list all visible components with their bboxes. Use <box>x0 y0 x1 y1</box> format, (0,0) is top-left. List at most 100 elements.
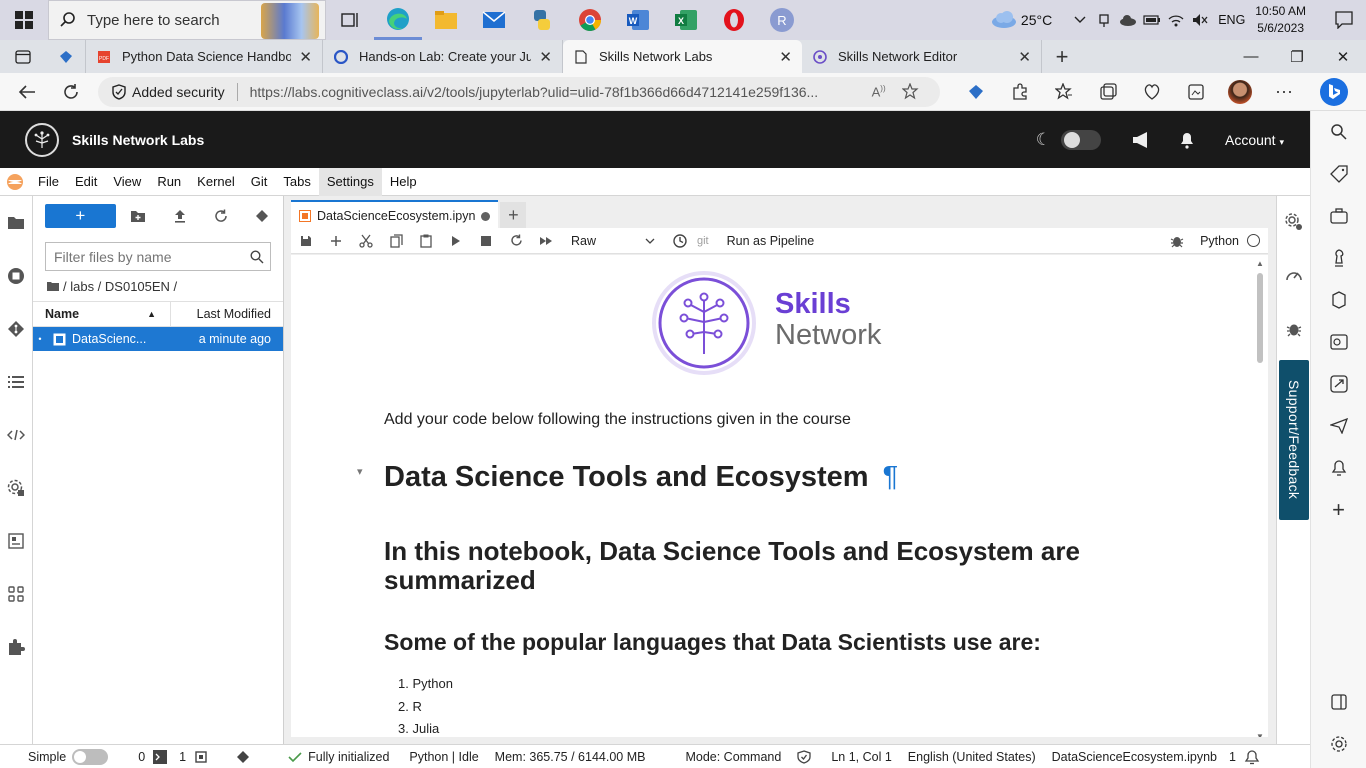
upload-icon[interactable] <box>159 209 200 223</box>
metadata-icon[interactable] <box>0 514 32 567</box>
git-status-icon[interactable] <box>230 750 256 764</box>
table-of-contents-icon[interactable] <box>0 355 32 408</box>
filter-files-box[interactable] <box>45 242 271 271</box>
chess-icon[interactable] <box>1311 237 1366 279</box>
wifi-icon[interactable] <box>1164 13 1188 27</box>
back-icon[interactable] <box>8 84 46 100</box>
restart-icon[interactable] <box>501 234 531 247</box>
git-label[interactable]: git <box>697 235 709 247</box>
paste-icon[interactable] <box>411 234 441 248</box>
extensions-icon[interactable] <box>998 82 1042 101</box>
security-label[interactable]: Added security <box>132 84 225 100</box>
spellcheck-language[interactable]: English (United States) <box>902 750 1042 764</box>
add-cell-icon[interactable] <box>321 235 351 247</box>
brand-title[interactable]: Skills Network Labs <box>72 132 204 148</box>
new-tab-plus-button[interactable]: + <box>500 202 527 228</box>
account-menu[interactable]: Account ▾ <box>1225 132 1284 148</box>
extension-manager-icon[interactable] <box>0 567 32 620</box>
clock[interactable]: 10:50 AM 5/6/2023 <box>1255 3 1306 37</box>
drop-icon[interactable] <box>1311 363 1366 405</box>
breadcrumb-path[interactable]: / labs / DS0105EN / <box>63 279 177 294</box>
diamond-extension-icon[interactable] <box>954 84 998 100</box>
close-tab-icon[interactable]: ✕ <box>299 48 312 66</box>
favorite-add-icon[interactable] <box>901 82 920 101</box>
battery-icon[interactable] <box>1140 15 1164 25</box>
menu-view[interactable]: View <box>105 168 149 196</box>
stop-icon[interactable] <box>471 235 501 246</box>
screenshot-icon[interactable] <box>1174 83 1218 101</box>
notification-bell-icon[interactable] <box>1179 131 1195 149</box>
property-inspector-icon[interactable] <box>0 461 32 514</box>
kernels-count[interactable]: 1 <box>173 750 214 764</box>
menu-kernel[interactable]: Kernel <box>189 168 243 196</box>
opera-icon[interactable] <box>710 0 758 40</box>
file-explorer-icon[interactable] <box>422 0 470 40</box>
support-feedback-tab[interactable]: Support/Feedback <box>1279 360 1309 520</box>
restore-icon[interactable]: ❐ <box>1274 40 1320 73</box>
close-tab-icon[interactable]: ✕ <box>1018 48 1031 66</box>
unsaved-dot-icon[interactable] <box>481 211 491 221</box>
save-icon[interactable] <box>291 235 321 247</box>
browser-tab-editor[interactable]: Skills Network Editor ✕ <box>802 40 1042 73</box>
pinned-tab[interactable] <box>46 40 86 73</box>
refresh-files-icon[interactable] <box>200 209 241 223</box>
git-clone-icon[interactable] <box>242 209 283 223</box>
folder-icon[interactable] <box>47 281 59 291</box>
profile-icon[interactable]: R <box>758 0 806 40</box>
menu-git[interactable]: Git <box>243 168 276 196</box>
collections-icon[interactable] <box>1086 82 1130 101</box>
menu-run[interactable]: Run <box>149 168 189 196</box>
tab-actions-icon[interactable] <box>0 40 46 73</box>
copy-icon[interactable] <box>381 233 411 248</box>
trusted-shield-icon[interactable] <box>791 749 817 764</box>
browser-tab-handbook[interactable]: PDF Python Data Science Handbook.p ✕ <box>86 40 323 73</box>
task-view-icon[interactable] <box>326 0 374 40</box>
chevron-up-icon[interactable] <box>1068 16 1092 24</box>
new-tab-button[interactable]: + <box>1042 40 1082 73</box>
tag-icon[interactable] <box>1311 153 1366 195</box>
notification-icon[interactable] <box>1322 11 1366 29</box>
read-aloud-icon[interactable]: A)) <box>872 84 886 99</box>
scroll-up-arrow-icon[interactable]: ▲ <box>1256 259 1264 268</box>
favorites-icon[interactable] <box>1042 82 1086 101</box>
folder-icon[interactable] <box>0 196 32 249</box>
office-icon[interactable] <box>1311 279 1366 321</box>
terminals-count[interactable]: 0 <box>132 749 173 764</box>
close-tab-icon[interactable]: ✕ <box>779 48 792 66</box>
run-as-pipeline-button[interactable]: Run as Pipeline <box>727 234 815 248</box>
settings-gear-icon[interactable] <box>1311 723 1366 765</box>
user-avatar[interactable] <box>1218 79 1262 104</box>
add-sidebar-icon[interactable]: + <box>1311 489 1366 531</box>
clock-icon[interactable] <box>665 233 695 248</box>
chrome-icon[interactable] <box>566 0 614 40</box>
word-icon[interactable]: W <box>614 0 662 40</box>
debugger-bug-icon[interactable] <box>1277 302 1310 356</box>
browser-tab-handson[interactable]: Hands-on Lab: Create your Jupyt ✕ <box>323 40 563 73</box>
cursor-position[interactable]: Ln 1, Col 1 <box>825 750 897 764</box>
url-text[interactable]: https://labs.cognitiveclass.ai/v2/tools/… <box>250 84 860 100</box>
menu-file[interactable]: File <box>30 168 67 196</box>
edge-taskbar-icon[interactable] <box>374 0 422 40</box>
mail-icon[interactable] <box>470 0 518 40</box>
gauge-icon[interactable] <box>1277 248 1310 302</box>
cell-type-select[interactable]: Raw <box>571 234 655 248</box>
usb-icon[interactable] <box>1092 13 1116 27</box>
filter-files-input[interactable] <box>54 248 234 265</box>
simple-mode-toggle[interactable]: Simple <box>22 748 114 765</box>
close-window-icon[interactable]: ✕ <box>1320 40 1366 73</box>
briefcase-icon[interactable] <box>1311 195 1366 237</box>
notebook-content[interactable]: Skills Network Add your code below follo… <box>291 255 1268 737</box>
volume-muted-icon[interactable] <box>1188 13 1212 27</box>
new-launcher-button[interactable]: + <box>45 204 116 228</box>
refresh-icon[interactable] <box>52 83 90 101</box>
menu-help[interactable]: Help <box>382 168 425 196</box>
browser-tab-skills-labs[interactable]: Skills Network Labs ✕ <box>563 40 802 73</box>
anchor-pilcrow-link[interactable]: ¶ <box>883 461 899 493</box>
fast-forward-icon[interactable] <box>531 236 561 246</box>
weather-cloud-icon[interactable] <box>987 11 1021 29</box>
dark-mode-toggle[interactable] <box>1060 129 1101 150</box>
address-bar[interactable]: Added security https://labs.cognitivecla… <box>98 76 940 107</box>
scroll-down-arrow-icon[interactable]: ▼ <box>1256 732 1264 737</box>
column-name-header[interactable]: Name ▲ <box>33 301 171 327</box>
taskbar-search-box[interactable]: Type here to search <box>48 0 326 40</box>
